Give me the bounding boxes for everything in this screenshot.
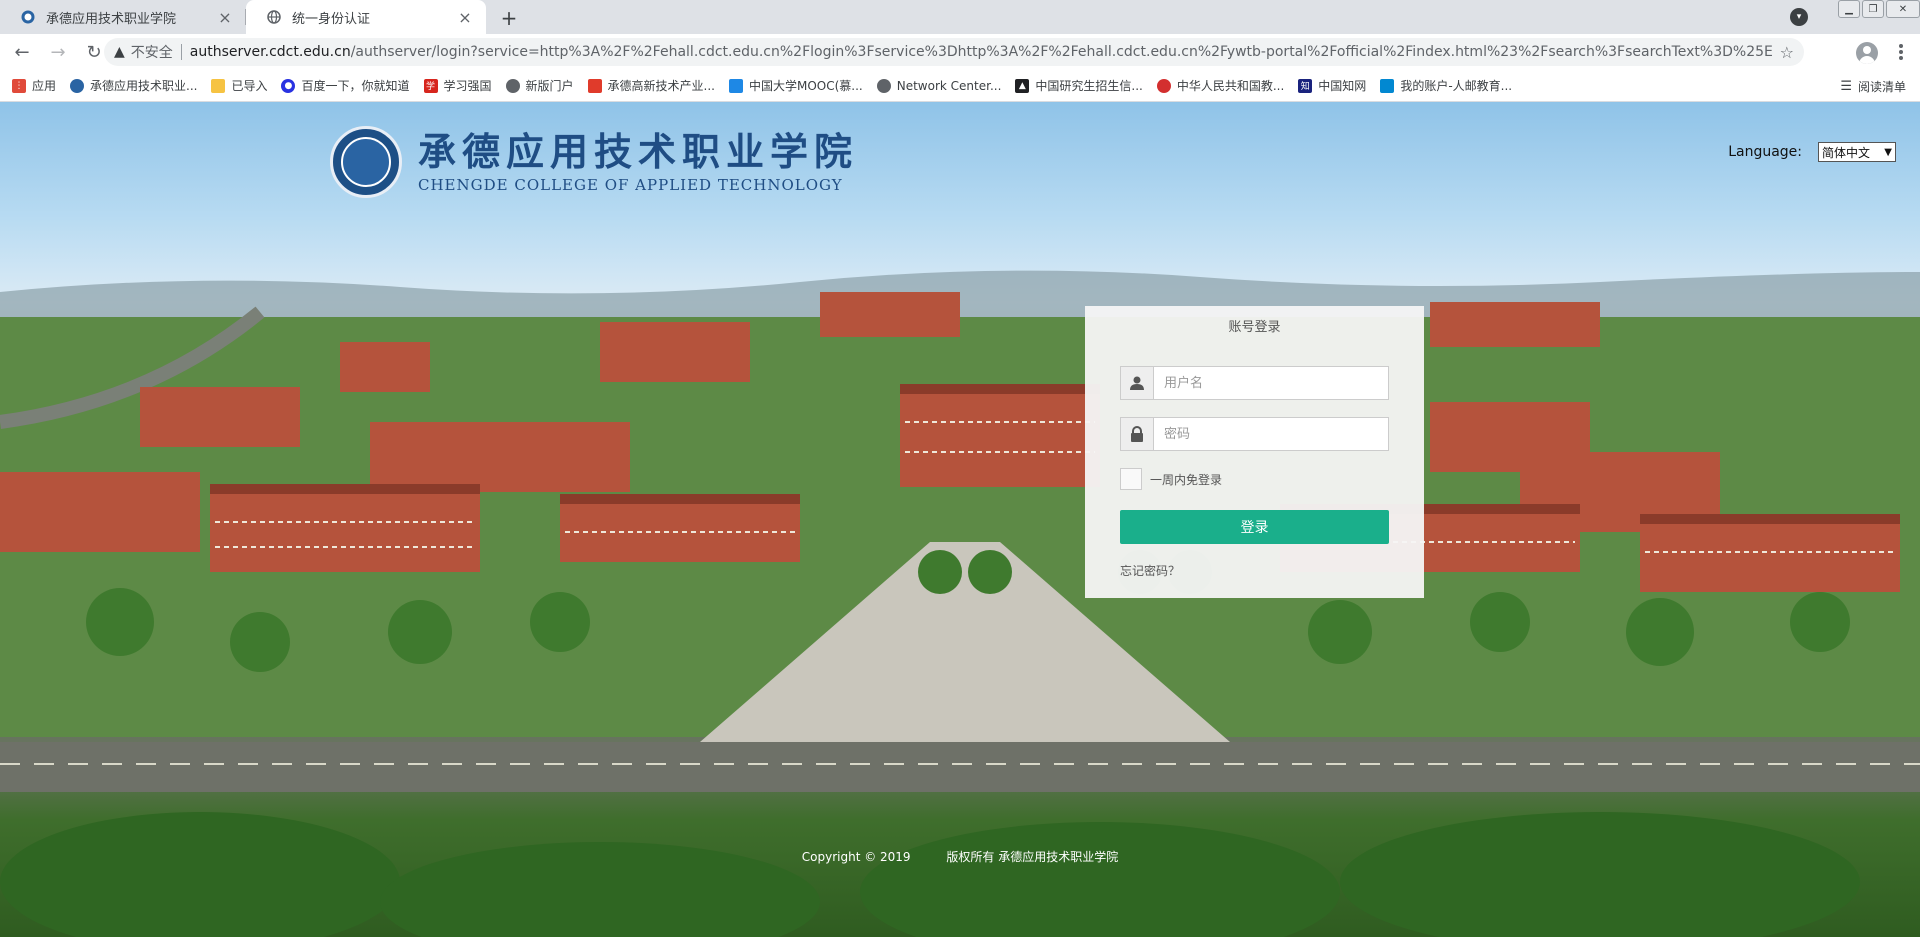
flag-icon (587, 78, 602, 93)
college-logo: 承德应用技术职业学院 CHENGDE COLLEGE OF APPLIED TE… (330, 126, 858, 198)
language-select[interactable]: 简体中文 ▼ (1818, 142, 1896, 162)
bookmark-item[interactable]: 已导入 (211, 77, 267, 94)
bookmark-item[interactable]: ▲ 中国研究生招生信... (1015, 77, 1143, 94)
url-path: /authserver/login?service=http%3A%2F%2Fe… (350, 44, 1772, 60)
restore-icon[interactable]: ❐ (1862, 0, 1884, 18)
globe-icon (876, 78, 891, 93)
folder-icon (211, 78, 226, 93)
tab-title: 统一身份认证 (292, 11, 371, 27)
close-tab-icon[interactable]: × (456, 8, 474, 27)
security-label[interactable]: 不安全 (131, 42, 173, 62)
campus-background-image (0, 270, 1920, 937)
bookmarks-bar: ⋮ 应用 承德应用技术职业... 已导入 ● 百度一下，你就知道 学学习强国 新版门… (0, 70, 1920, 102)
college-icon (70, 78, 85, 93)
bookmark-item[interactable]: 学学习强国 (423, 77, 492, 94)
address-bar[interactable]: ▲ 不安全 authserver.cdct.edu.cn /authserver… (104, 38, 1804, 66)
graduation-cap-icon: ▲ (1015, 78, 1030, 93)
college-name-en: CHENGDE COLLEGE OF APPLIED TECHNOLOGY (418, 176, 843, 194)
password-input[interactable] (1154, 418, 1388, 450)
login-button[interactable]: 登录 (1120, 510, 1389, 544)
bookmark-item[interactable]: 承德高新技术产业... (587, 77, 715, 94)
new-tab-plus-icon[interactable]: + (496, 5, 522, 31)
reading-list-icon: ☰ (1840, 79, 1852, 94)
tab-auth[interactable]: 统一身份认证 × (246, 0, 486, 34)
reading-list[interactable]: ☰ 阅读清单 (1840, 78, 1906, 95)
address-divider (180, 44, 182, 60)
chevron-down-icon: ▼ (1884, 146, 1892, 158)
bookmark-item[interactable]: 知中国知网 (1298, 77, 1366, 94)
bookmark-item[interactable]: 承德应用技术职业... (70, 77, 197, 94)
bookmark-item[interactable]: Network Center... (876, 78, 1001, 93)
bookmark-star-icon[interactable]: ☆ (1780, 43, 1794, 62)
minimize-icon[interactable]: ▁ (1838, 0, 1860, 18)
url-host: authserver.cdct.edu.cn (189, 44, 351, 60)
user-icon (1121, 367, 1154, 399)
login-panel: 账号登录 一周内免登录 登录 忘记密码？ (1085, 306, 1424, 598)
page-footer: Copyright © 2019 版权所有 承德应用技术职业学院 (0, 848, 1920, 865)
back-arrow-icon[interactable]: ← (8, 38, 36, 66)
copyright-text: Copyright © 2019 (801, 850, 911, 864)
login-page: 承德应用技术职业学院 CHENGDE COLLEGE OF APPLIED TE… (0, 102, 1920, 937)
apps-grid-icon: ⋮ (12, 78, 26, 93)
xuexi-icon: 学 (423, 78, 438, 93)
window-controls: ▁ ❐ ✕ (1836, 0, 1920, 20)
bookmark-item[interactable]: ⋮ 应用 (12, 77, 56, 94)
language-switcher: Language: 简体中文 ▼ (1728, 142, 1896, 162)
username-input[interactable] (1154, 367, 1388, 399)
bookmark-item[interactable]: ● 百度一下，你就知道 (281, 77, 410, 94)
globe-favicon-icon (266, 9, 282, 25)
cnki-icon: 知 (1298, 78, 1313, 93)
tab-strip: 承德应用技术职业学院 × 统一身份认证 × + ▾ ▁ ❐ ✕ (0, 0, 1920, 34)
tab-search-icon[interactable]: ▾ (1790, 8, 1808, 26)
browser-toolbar: ← → ↻ ▲ 不安全 authserver.cdct.edu.cn /auth… (0, 34, 1920, 70)
rights-text: 版权所有 承德应用技术职业学院 (946, 850, 1119, 864)
profile-avatar-icon[interactable] (1856, 42, 1878, 64)
college-seal-icon (330, 126, 402, 198)
login-title: 账号登录 (1228, 320, 1281, 335)
globe-icon (505, 78, 520, 93)
close-window-icon[interactable]: ✕ (1886, 0, 1920, 18)
forgot-password-link[interactable]: 忘记密码？ (1120, 562, 1180, 579)
tab-college[interactable]: 承德应用技术职业学院 × (0, 0, 246, 34)
browser-menu-icon[interactable] (1892, 42, 1910, 62)
close-tab-icon[interactable]: × (216, 8, 234, 27)
remember-label: 一周内免登录 (1150, 472, 1223, 487)
college-favicon-icon (20, 9, 36, 25)
warning-triangle-icon[interactable]: ▲ (114, 44, 125, 60)
username-field[interactable] (1120, 366, 1389, 400)
password-field[interactable] (1120, 417, 1389, 451)
tab-title: 承德应用技术职业学院 (46, 11, 177, 27)
bookmark-item[interactable]: 中华人民共和国教... (1156, 77, 1284, 94)
baidu-paw-icon: ● (281, 78, 296, 93)
lock-icon (1121, 418, 1154, 450)
remember-me[interactable]: 一周内免登录 (1120, 468, 1222, 490)
remember-checkbox[interactable] (1120, 468, 1142, 490)
bookmark-item[interactable]: 我的账户-人邮教育... (1380, 77, 1512, 94)
language-selected: 简体中文 (1822, 145, 1871, 160)
emblem-icon (1156, 78, 1171, 93)
ryjy-icon (1380, 78, 1395, 93)
bookmark-item[interactable]: 中国大学MOOC(慕... (728, 77, 863, 94)
bookmark-item[interactable]: 新版门户 (505, 77, 574, 94)
college-name-cn: 承德应用技术职业学院 (418, 129, 859, 174)
forward-arrow-icon[interactable]: → (44, 38, 72, 66)
mooc-icon (728, 78, 743, 93)
language-label: Language: (1728, 144, 1802, 160)
